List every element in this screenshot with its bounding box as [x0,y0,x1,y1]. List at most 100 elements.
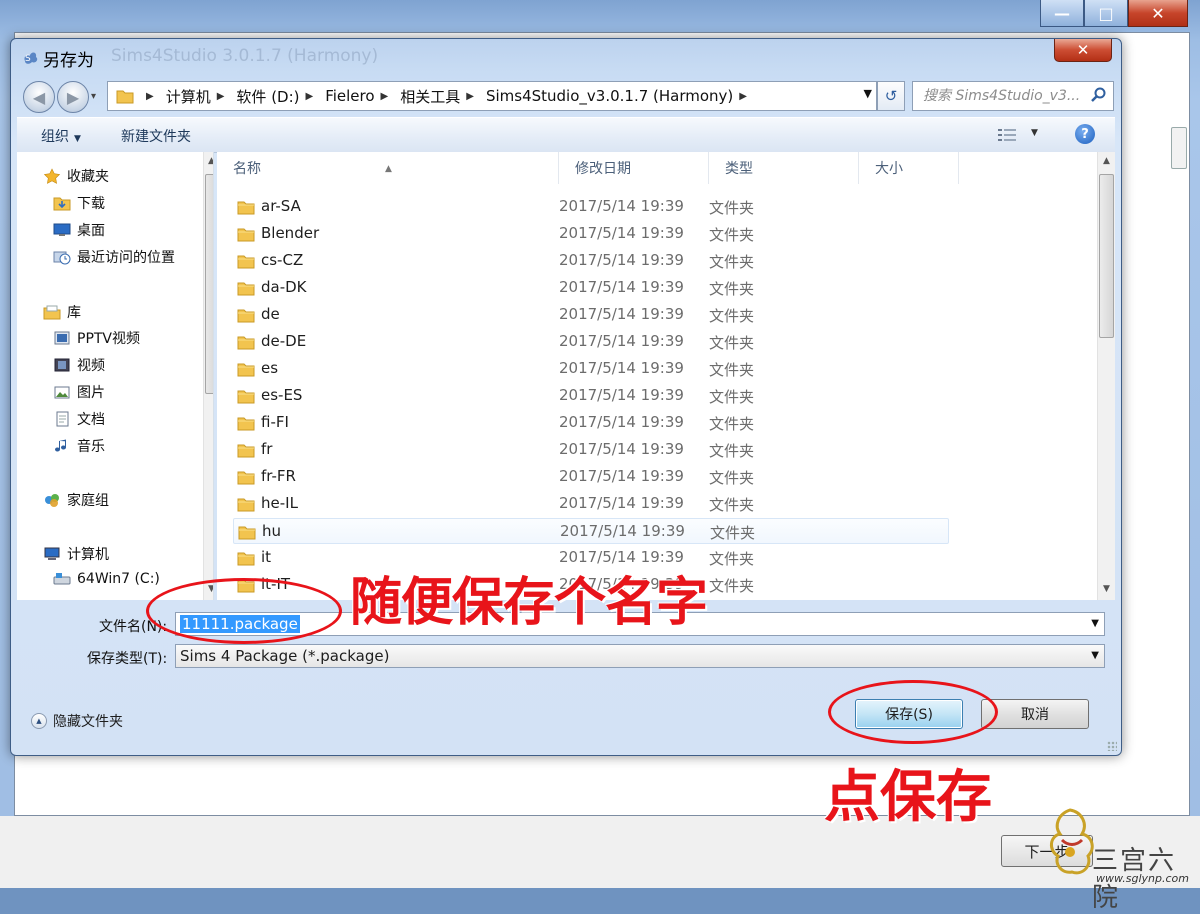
table-row[interactable]: da-DK 2017/5/14 19:39 文件夹 [233,275,949,301]
filename-dropdown-icon[interactable]: ▼ [1091,618,1099,629]
file-name: de-DE [261,332,307,350]
file-type: 文件夹 [709,334,755,352]
search-box[interactable] [912,81,1114,111]
nav-favorites[interactable]: 收藏夹 [43,166,109,186]
file-scroll-thumb[interactable] [1099,174,1114,338]
nav-desktop[interactable]: 桌面 [53,220,105,240]
new-folder-button[interactable]: 新建文件夹 [121,126,191,146]
annotation-save-hint: 点保存 [824,765,992,830]
bg-minimize-button[interactable]: — [1040,0,1084,27]
folder-icon [237,444,255,458]
column-header-type[interactable]: 类型 [709,152,859,184]
nav-pictures[interactable]: 图片 [53,382,105,402]
table-row[interactable]: he-IL 2017/5/14 19:39 文件夹 [233,491,949,517]
filetype-value: Sims 4 Package (*.package) [180,647,390,665]
desktop-icon [53,223,71,236]
breadcrumb-drive-d[interactable]: 软件 (D:) ▶ [236,86,323,107]
hide-folders-toggle[interactable]: ▲ 隐藏文件夹 [31,711,123,731]
scroll-up-icon[interactable]: ▲ [1103,156,1110,166]
table-row[interactable]: es-ES 2017/5/14 19:39 文件夹 [233,383,949,409]
file-date: 2017/5/14 19:39 [559,413,684,431]
scroll-up-icon[interactable]: ▲ [208,156,213,166]
file-type: 文件夹 [709,388,755,406]
scroll-down-icon[interactable]: ▼ [1103,584,1110,594]
nav-scroll-thumb[interactable] [205,174,213,394]
file-name: de [261,305,280,323]
table-row[interactable]: fr 2017/5/14 19:39 文件夹 [233,437,949,463]
table-row[interactable]: fi-FI 2017/5/14 19:39 文件夹 [233,410,949,436]
column-header-name[interactable]: 名称 ▲ [217,152,559,184]
organize-button[interactable]: 组织 ▼ [41,126,81,146]
save-as-dialog: S 另存为 Sims4Studio 3.0.1.7 (Harmony) ✕ ◀ … [10,38,1122,756]
column-header-size[interactable]: 大小 [859,152,959,184]
nav-videos[interactable]: 视频 [53,355,105,375]
table-row[interactable]: cs-CZ 2017/5/14 19:39 文件夹 [233,248,949,274]
forward-button[interactable]: ▶ [57,81,89,113]
address-bar[interactable]: ▶ 计算机 ▶ 软件 (D:) ▶ Fielero ▶ 相关工具 ▶ Sims4Stud… [107,81,877,111]
pictures-icon [54,386,70,399]
recent-locations-dropdown[interactable]: ▾ [91,91,96,102]
table-row[interactable]: fr-FR 2017/5/14 19:39 文件夹 [233,464,949,490]
table-row[interactable]: de-DE 2017/5/14 19:39 文件夹 [233,329,949,355]
refresh-icon: ↺ [884,87,898,105]
nav-pane-scrollbar[interactable]: ▲ ▼ [203,152,213,600]
bg-dropdown-edge[interactable] [1171,127,1187,169]
nav-libraries[interactable]: 库 [43,302,81,322]
file-name: da-DK [261,278,307,296]
view-details-icon[interactable] [997,127,1017,143]
table-row[interactable]: de 2017/5/14 19:39 文件夹 [233,302,949,328]
file-date: 2017/5/14 19:39 [559,359,684,377]
file-list-scrollbar[interactable]: ▲ ▼ [1097,152,1115,600]
breadcrumb-sims4studio[interactable]: Sims4Studio_v3.0.1.7 (Harmony) ▶ [486,87,757,105]
bg-caption-buttons: — □ ✕ [1040,0,1188,27]
nav-homegroup[interactable]: 家庭组 [43,490,109,510]
nav-music[interactable]: 音乐 [53,436,105,456]
file-type: 文件夹 [709,469,755,487]
file-name: es-ES [261,386,303,404]
column-header-date[interactable]: 修改日期 [559,152,709,184]
nav-pptv-video[interactable]: PPTV视频 [53,328,140,348]
bg-close-button[interactable]: ✕ [1128,0,1188,27]
folder-icon [237,363,255,377]
arrow-left-icon: ◀ [32,87,46,107]
filetype-label: 保存类型(T): [87,651,168,667]
file-name: cs-CZ [261,251,304,269]
nav-documents[interactable]: 文档 [53,409,105,429]
table-row[interactable]: hu 2017/5/14 19:39 文件夹 [233,518,949,544]
sort-ascending-icon: ▲ [385,164,392,174]
view-options-dropdown[interactable]: ▼ [1031,128,1038,138]
refresh-button[interactable]: ↺ [877,81,905,111]
file-date: 2017/5/14 19:39 [559,197,684,215]
breadcrumb-fielero[interactable]: Fielero ▶ [325,87,398,105]
file-date: 2017/5/14 19:39 [559,386,684,404]
breadcrumb-computer[interactable]: 计算机 ▶ [166,86,235,107]
nav-downloads[interactable]: 下载 [53,193,105,213]
star-icon [43,168,61,184]
file-name: fr [261,440,273,458]
filetype-dropdown-icon[interactable]: ▼ [1091,650,1099,661]
file-date: 2017/5/14 19:39 [559,305,684,323]
help-button[interactable]: ? [1075,124,1095,144]
file-type: 文件夹 [709,199,755,217]
nav-drive-c[interactable]: 64Win7 (C:) [53,571,160,587]
crumb-separator[interactable]: ▶ [140,91,164,102]
libraries-icon [43,305,61,320]
back-button[interactable]: ◀ [23,81,55,113]
file-type: 文件夹 [709,415,755,433]
search-icon[interactable] [1091,87,1107,103]
table-row[interactable]: Blender 2017/5/14 19:39 文件夹 [233,221,949,247]
bg-maximize-button[interactable]: □ [1084,0,1128,27]
film-icon [54,358,70,372]
address-dropdown-icon[interactable]: ▼ [864,87,872,100]
dialog-close-button[interactable]: ✕ [1054,39,1112,62]
file-name: it [261,548,272,566]
table-row[interactable]: ar-SA 2017/5/14 19:39 文件夹 [233,194,949,220]
table-row[interactable]: es 2017/5/14 19:39 文件夹 [233,356,949,382]
video-library-icon [54,331,70,345]
breadcrumb-tools[interactable]: 相关工具 ▶ [400,86,484,107]
nav-computer[interactable]: 计算机 [43,544,109,564]
nav-recent-places[interactable]: 最近访问的位置 [53,247,175,267]
filetype-select[interactable]: Sims 4 Package (*.package) ▼ [175,644,1105,668]
search-input[interactable] [921,87,1095,105]
resize-grip[interactable] [1107,741,1117,751]
